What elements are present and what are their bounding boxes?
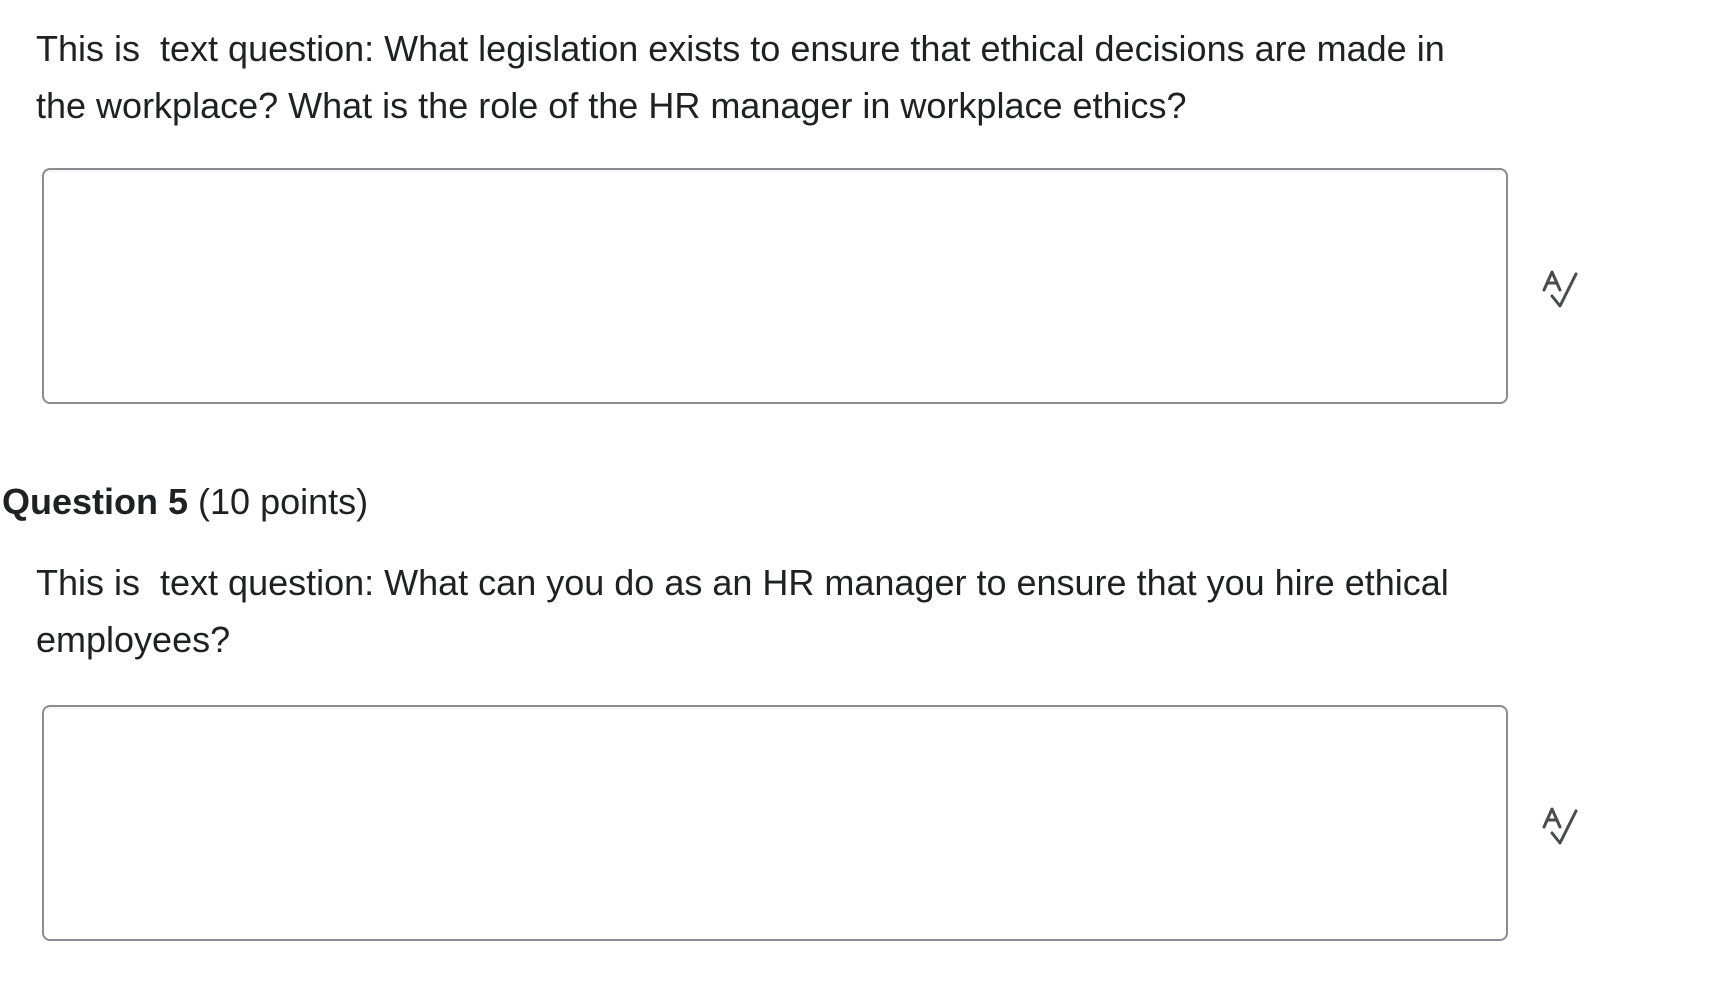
question-4-answer-field[interactable] (42, 168, 1508, 404)
spellcheck-icon[interactable] (1538, 266, 1582, 310)
question-points: (10 points) (188, 481, 369, 522)
spellcheck-icon[interactable] (1538, 803, 1582, 847)
question-4-text: This is text question: What legislation … (36, 28, 1455, 126)
question-5-heading: Question 5 (10 points) (2, 477, 368, 527)
question-5-answer-field[interactable] (42, 705, 1508, 941)
question-5-text: This is text question: What can you do a… (36, 562, 1459, 660)
question-number: Question 5 (2, 481, 189, 522)
